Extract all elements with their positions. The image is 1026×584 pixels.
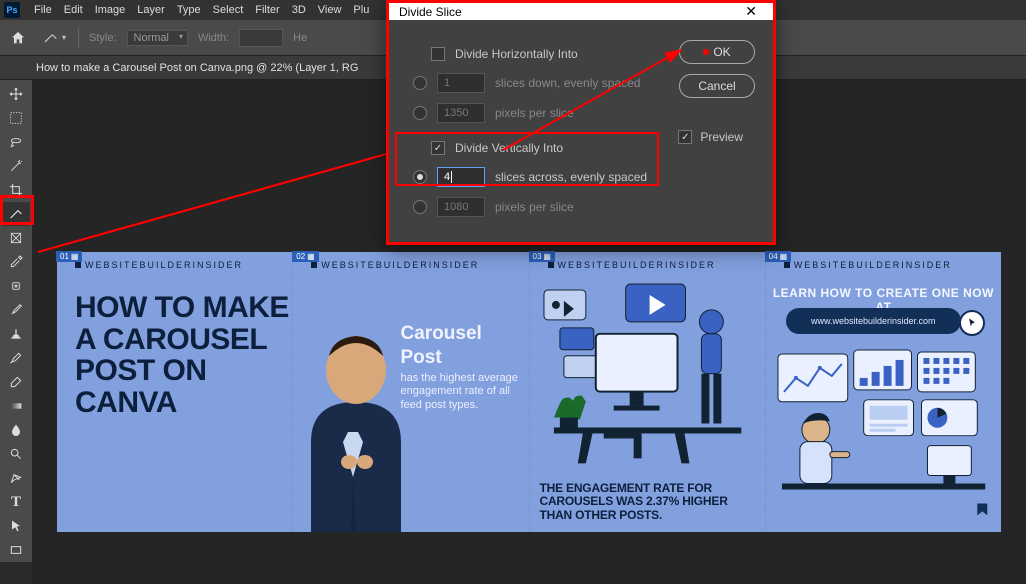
cancel-button[interactable]: Cancel xyxy=(679,74,755,98)
blur-tool[interactable] xyxy=(2,418,30,442)
horiz-count-input[interactable]: 1 xyxy=(437,73,485,93)
healing-brush-tool[interactable] xyxy=(2,274,30,298)
slice4-url-pill: www.websitebuilderinsider.com xyxy=(786,308,961,334)
photoshop-logo-icon: Ps xyxy=(4,2,20,18)
brand-2: WEBSITEBUILDERINSIDER xyxy=(311,260,479,270)
vert-px-unit: pixels per slice xyxy=(495,200,574,214)
height-label: He xyxy=(293,32,307,44)
home-icon[interactable] xyxy=(8,29,28,47)
slice2-heading: Carousel Post xyxy=(401,322,521,370)
eyedropper-tool[interactable] xyxy=(2,250,30,274)
slice-4: 04 ▦ WEBSITEBUILDERINSIDER LEARN HOW TO … xyxy=(766,252,1001,532)
eraser-tool[interactable] xyxy=(2,370,30,394)
path-selection-tool[interactable] xyxy=(2,514,30,538)
annotation-slice-tool-highlight xyxy=(0,195,34,225)
history-brush-tool[interactable] xyxy=(2,346,30,370)
document-image: 01 ▦ WEBSITEBUILDERINSIDER HOW TO MAKE A… xyxy=(57,252,1001,532)
vert-px-radio[interactable] xyxy=(413,200,427,214)
menu-view[interactable]: View xyxy=(312,4,348,16)
slice1-title: HOW TO MAKE A CAROUSEL POST ON CANVA xyxy=(75,292,289,418)
slice2-body: has the highest average engagement rate … xyxy=(401,372,521,413)
menu-type[interactable]: Type xyxy=(171,4,207,16)
move-tool[interactable] xyxy=(2,82,30,106)
marquee-tool[interactable] xyxy=(2,106,30,130)
menu-image[interactable]: Image xyxy=(89,4,132,16)
style-dropdown[interactable]: Normal ▾ xyxy=(127,30,188,46)
slice2-text: Carousel Post has the highest average en… xyxy=(401,322,521,413)
gradient-tool[interactable] xyxy=(2,394,30,418)
slice-1: 01 ▦ WEBSITEBUILDERINSIDER HOW TO MAKE A… xyxy=(57,252,293,532)
horiz-px-input[interactable]: 1350 xyxy=(437,103,485,123)
type-tool[interactable]: T xyxy=(2,490,30,514)
annotation-dialog-highlight: Divide Slice ✕ Divide Horizontally Into … xyxy=(386,0,776,245)
slice3-caption: THE ENGAGEMENT RATE FOR CAROUSELS WAS 2.… xyxy=(540,482,757,522)
menu-file[interactable]: File xyxy=(28,4,58,16)
slice-3: 03 ▦ WEBSITEBUILDERINSIDER THE xyxy=(530,252,766,532)
vert-px-input[interactable]: 1080 xyxy=(437,197,485,217)
annotation-arrow-tip-icon xyxy=(703,49,709,55)
dialog-title: Divide Slice xyxy=(399,5,462,19)
divide-horizontally-checkbox[interactable] xyxy=(431,47,445,61)
horiz-count-radio[interactable] xyxy=(413,76,427,90)
brush-tool[interactable] xyxy=(2,298,30,322)
menu-select[interactable]: Select xyxy=(207,4,250,16)
brand-1: WEBSITEBUILDERINSIDER xyxy=(75,260,243,270)
menu-edit[interactable]: Edit xyxy=(58,4,89,16)
magic-wand-tool[interactable] xyxy=(2,154,30,178)
slice-tool-icon[interactable]: ▾ xyxy=(38,28,68,48)
brand-4: WEBSITEBUILDERINSIDER xyxy=(784,260,952,270)
frame-tool[interactable] xyxy=(2,226,30,250)
slice3-illustration xyxy=(534,278,761,477)
pen-tool[interactable] xyxy=(2,466,30,490)
slice-2: 02 ▦ WEBSITEBUILDERINSIDER Carousel Post… xyxy=(293,252,529,532)
cursor-click-icon xyxy=(959,310,985,336)
menu-3d[interactable]: 3D xyxy=(286,4,312,16)
brand-3: WEBSITEBUILDERINSIDER xyxy=(548,260,716,270)
annotation-arrow-to-ok xyxy=(499,44,689,154)
preview-label: Preview xyxy=(700,130,743,144)
menu-plugins[interactable]: Plu xyxy=(347,4,375,16)
lasso-tool[interactable] xyxy=(2,130,30,154)
dodge-tool[interactable] xyxy=(2,442,30,466)
divide-slice-dialog: Divide Slice ✕ Divide Horizontally Into … xyxy=(389,3,773,242)
rectangle-tool[interactable] xyxy=(2,538,30,562)
ok-button[interactable]: OK xyxy=(679,40,755,64)
menu-filter[interactable]: Filter xyxy=(249,4,285,16)
menu-layer[interactable]: Layer xyxy=(131,4,171,16)
close-icon[interactable]: ✕ xyxy=(739,3,763,20)
clone-stamp-tool[interactable] xyxy=(2,322,30,346)
width-input[interactable] xyxy=(239,29,283,47)
tools-panel: T xyxy=(0,80,32,562)
dialog-titlebar[interactable]: Divide Slice ✕ xyxy=(389,3,773,20)
width-label: Width: xyxy=(198,32,229,44)
horiz-px-radio[interactable] xyxy=(413,106,427,120)
style-label: Style: xyxy=(89,32,117,44)
slice4-illustration xyxy=(772,344,995,523)
